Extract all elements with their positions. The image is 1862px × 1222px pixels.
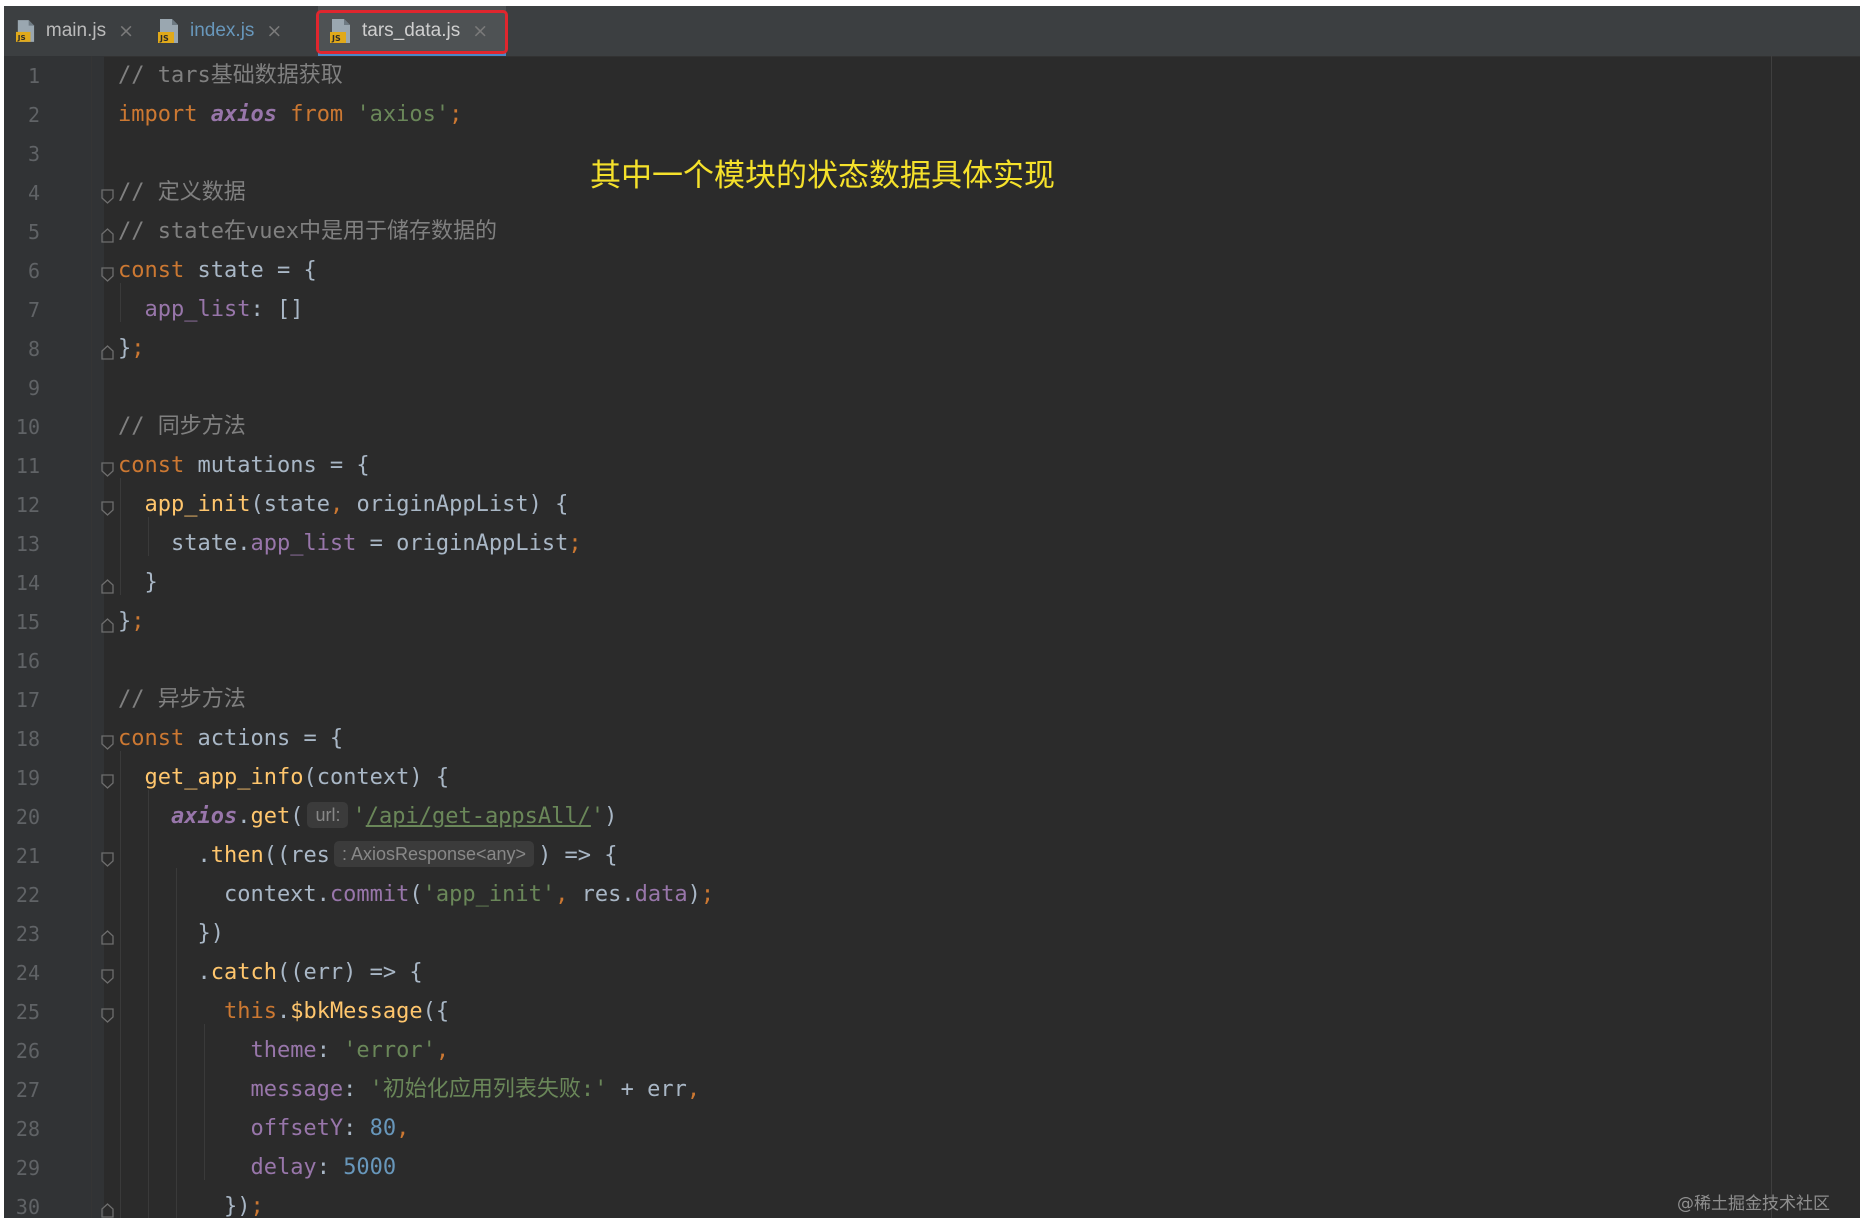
fold-markers (101, 189, 114, 1218)
code-line-22: context.commit('app_init', res.data); (118, 882, 715, 907)
close-icon[interactable]: × (118, 20, 134, 42)
right-margin-guide (1771, 56, 1772, 1218)
code-line-26: theme: 'error', (250, 1038, 450, 1063)
comment: // 异步方法 (118, 687, 246, 712)
tab-main-js[interactable]: JS main.js × (4, 6, 134, 56)
code-line-18: const actions = { (118, 726, 344, 751)
code-line-6: const state = { (118, 258, 317, 283)
code-line-27: message: '初始化应用列表失败:' + err, (250, 1077, 701, 1102)
indent-guide (91, 56, 92, 1218)
close-icon[interactable]: × (266, 20, 282, 42)
tab-label: main.js (45, 20, 107, 41)
comment: // tars基础数据获取 (118, 63, 343, 88)
watermark: @稀土掘金技术社区 (1677, 1194, 1830, 1214)
comment: // 定义数据 (118, 180, 246, 205)
tab-index-js[interactable]: JS index.js × (146, 6, 306, 56)
inlay-hint: url: (307, 802, 349, 828)
code-line-17: // 异步方法 (118, 680, 246, 719)
comment: // 同步方法 (118, 414, 246, 439)
code-line-2: import axios from 'axios'; (118, 102, 463, 127)
js-file-icon: JS (158, 19, 178, 43)
code-editor-window: JS main.js × JS index.js × JS tars_data.… (4, 6, 1860, 1218)
code-line-4: // 定义数据 (118, 173, 246, 212)
code-line-15: }; (118, 609, 145, 634)
code-line-19: get_app_info(context) { (144, 765, 450, 790)
svg-text:JS: JS (17, 33, 26, 42)
code-line-5: // state在vuex中是用于储存数据的 (118, 212, 497, 251)
code-line-23: }) (118, 921, 224, 946)
url-link[interactable]: /api/get-appsAll/ (366, 804, 591, 829)
code-line-8: }; (118, 336, 145, 361)
code-line-10: // 同步方法 (118, 407, 246, 446)
editor-tab-bar: JS main.js × JS index.js × JS tars_data.… (4, 6, 1860, 57)
code-line-20: axios.get(url: '/api/get-appsAll/') (170, 802, 618, 829)
svg-text:JS: JS (159, 34, 169, 43)
tab-label: index.js (190, 20, 255, 41)
annotation-caption: 其中一个模块的状态数据具体实现 (590, 158, 1055, 194)
code-line-14: } (118, 570, 158, 595)
code-line-1: // tars基础数据获取 (118, 56, 343, 95)
code-line-24: .catch((err) => { (118, 960, 423, 985)
active-tab-highlight-box (316, 10, 508, 54)
code-line-13: state.app_list = originAppList; (118, 531, 582, 556)
code-line-21: .then((res: AxiosResponse<any>) => { (118, 841, 618, 868)
code-line-29: delay: 5000 (250, 1155, 397, 1180)
code-line-12: app_init(state, originAppList) { (144, 492, 569, 517)
code-line-7: app_list: [] (144, 297, 304, 322)
js-file-icon: JS (16, 20, 35, 42)
inlay-hint: : AxiosResponse<any> (333, 841, 535, 867)
code-line-28: offsetY: 80, (250, 1116, 410, 1141)
comment: // state在vuex中是用于储存数据的 (118, 219, 497, 244)
code-line-11: const mutations = { (118, 453, 370, 478)
code-line-25: this.$bkMessage({ (223, 999, 450, 1024)
code-area[interactable]: // tars基础数据获取 import axios from 'axios';… (91, 56, 1860, 1218)
code-line-30: }); (118, 1194, 264, 1218)
